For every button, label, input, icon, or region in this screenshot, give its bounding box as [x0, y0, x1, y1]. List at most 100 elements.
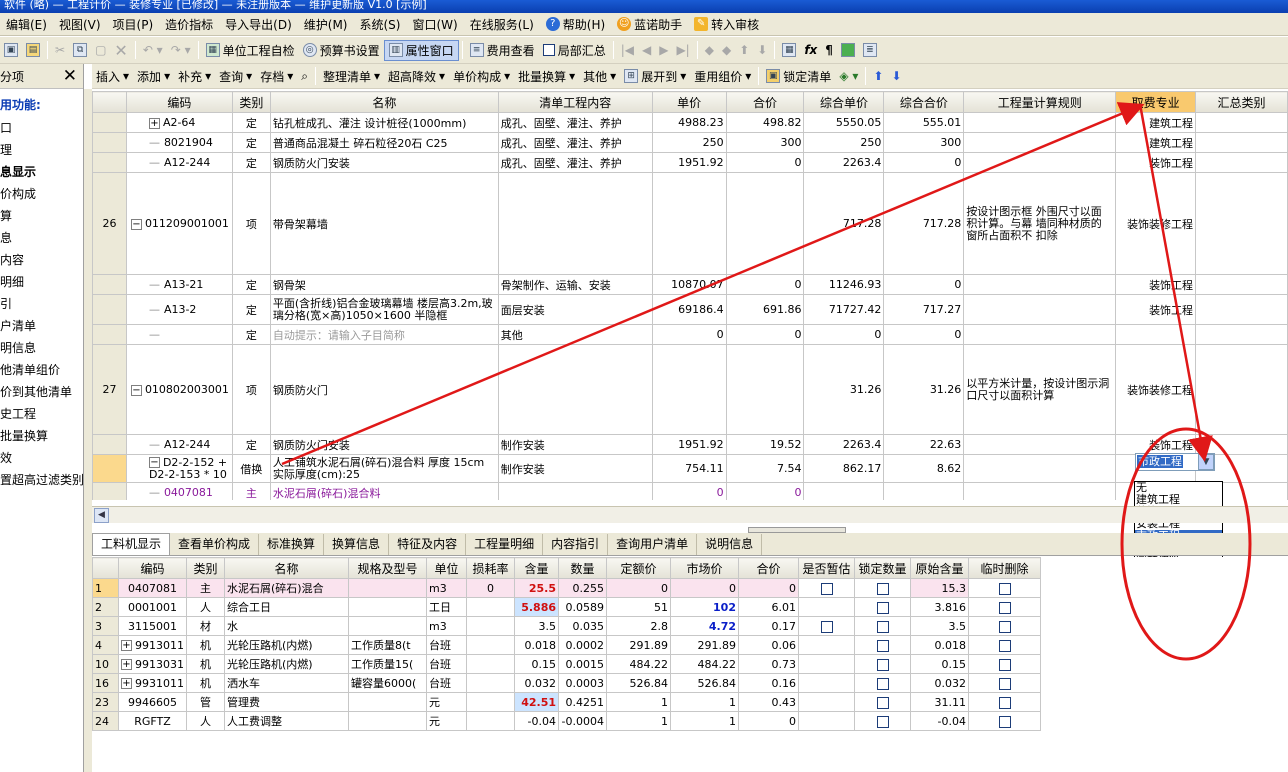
move-left-icon[interactable]: ◆ — [701, 40, 718, 61]
expand-button[interactable]: ⊞ 展开到 ▾ — [620, 66, 690, 87]
original-content-cell[interactable]: 0.15 — [910, 654, 969, 674]
table-row[interactable]: 27−010802003001 项钢质防火门 31.26 31.26 以平方米计量，按设… — [92, 344, 1288, 435]
table-row[interactable]: 4 +9913011 机 光轮压路机(内燃) 工作质量8(t 台班 0.018 0.0002 2… — [92, 635, 1041, 655]
bottom-tab[interactable]: 工料机显示 — [92, 533, 171, 555]
content-cell[interactable] — [497, 172, 653, 275]
quantity-cell[interactable]: 0.0002 — [558, 635, 607, 655]
total-cell[interactable] — [725, 344, 805, 435]
spec-cell[interactable] — [348, 597, 427, 617]
summary-category-cell[interactable] — [1195, 112, 1288, 133]
name-cell[interactable]: 钻孔桩成孔、灌注 设计桩径(1000mm) — [269, 112, 499, 133]
lock-quantity-cell[interactable] — [854, 673, 911, 693]
content-cell[interactable]: 25.5 — [514, 578, 559, 598]
row-number[interactable]: 24 — [92, 711, 119, 731]
type-cell[interactable]: 借换 — [231, 454, 271, 483]
name-cell[interactable]: 带骨架幕墙 — [269, 172, 499, 275]
calculator-icon[interactable]: ▦ — [778, 40, 800, 61]
code-cell[interactable]: −011209001001 — [125, 172, 233, 275]
total-cell[interactable]: 0 — [738, 711, 799, 731]
column-header[interactable]: 合价 — [738, 557, 799, 579]
temp-delete-checkbox[interactable] — [998, 715, 1011, 728]
menu-transfer-review[interactable]: ✎ 转入审核 — [688, 14, 765, 35]
column-header[interactable]: 清单工程内容 — [497, 91, 653, 113]
partial-summary-toggle[interactable]: 局部汇总 — [539, 40, 610, 61]
unit-cell[interactable]: 台班 — [426, 654, 467, 674]
temp-delete-cell[interactable] — [968, 635, 1041, 655]
quantity-cell[interactable]: 0.035 — [558, 616, 607, 636]
type-cell[interactable]: 人 — [186, 711, 225, 731]
original-content-cell[interactable]: -0.04 — [910, 711, 969, 731]
name-cell[interactable]: 钢骨架 — [269, 274, 499, 295]
content-cell[interactable]: 成孔、固壁、灌注、养护 — [497, 112, 653, 133]
menu-help[interactable]: ? 帮助(H) — [540, 14, 611, 35]
column-header[interactable]: 单价 — [651, 91, 727, 113]
unit-cell[interactable]: 元 — [426, 692, 467, 712]
code-cell[interactable]: — A12-244 — [125, 152, 233, 173]
code-cell[interactable]: 3115001 — [118, 616, 187, 636]
organize-button[interactable]: 整理清单 ▾ — [319, 66, 384, 87]
temp-delete-cell[interactable] — [968, 692, 1041, 712]
lock-quantity-checkbox[interactable] — [876, 696, 889, 709]
column-header[interactable]: 综合合价 — [883, 91, 965, 113]
column-header[interactable]: 市场价 — [670, 557, 739, 579]
content-cell[interactable]: 0.032 — [514, 673, 559, 693]
partial-summary-checkbox[interactable] — [542, 44, 555, 56]
unit-cell[interactable]: 台班 — [426, 673, 467, 693]
rule-cell[interactable] — [963, 324, 1117, 345]
comp-price-cell[interactable]: 717.28 — [803, 172, 885, 275]
lock-quantity-cell[interactable] — [854, 692, 911, 712]
bottom-tab[interactable]: 标准换算 — [259, 534, 325, 555]
save-icon[interactable]: ▣ — [0, 40, 22, 61]
bottom-tab[interactable]: 换算信息 — [324, 534, 390, 555]
cut-icon[interactable]: ✂ — [51, 40, 69, 61]
spec-cell[interactable] — [348, 711, 427, 731]
column-header[interactable]: 编码 — [118, 557, 187, 579]
price-cell[interactable]: 754.11 — [651, 454, 727, 483]
content-cell[interactable]: 成孔、固壁、灌注、养护 — [497, 132, 653, 153]
redo-icon[interactable]: ↷ ▾ — [167, 40, 195, 61]
column-header[interactable]: 类别 — [231, 91, 271, 113]
expand-icon[interactable]: + — [148, 117, 160, 129]
total-cell[interactable]: 0.43 — [738, 692, 799, 712]
lock-quantity-checkbox[interactable] — [876, 601, 889, 614]
code-cell[interactable]: 0407081 — [118, 578, 187, 598]
fee-category-cell[interactable] — [1115, 324, 1197, 345]
price-cell[interactable] — [651, 172, 727, 275]
table-row[interactable]: 1 0407081 主 水泥石屑(碎石)混合 m3 0 25.5 0.255 0 0 0 15.3 — [92, 578, 1041, 598]
summary-category-cell[interactable] — [1195, 344, 1288, 435]
summary-category-cell[interactable] — [1195, 294, 1288, 325]
quota-price-cell[interactable]: 0 — [606, 578, 671, 598]
quantity-cell[interactable]: 0.0003 — [558, 673, 607, 693]
left-panel-item[interactable]: 理 — [0, 139, 83, 161]
left-panel-item[interactable]: 引 — [0, 293, 83, 315]
rule-cell[interactable] — [963, 294, 1117, 325]
content-cell[interactable] — [497, 482, 653, 500]
left-panel-item[interactable]: 明细 — [0, 271, 83, 293]
move-down-icon[interactable]: ⬇ — [753, 40, 771, 61]
content-cell[interactable]: 骨架制作、运输、安装 — [497, 274, 653, 295]
row-number[interactable]: 1 — [92, 578, 119, 598]
code-cell[interactable]: 9946605 — [118, 692, 187, 712]
original-content-cell[interactable]: 0.018 — [910, 635, 969, 655]
collapse-icon[interactable]: − — [130, 384, 142, 396]
budget-settings-button[interactable]: ◎ 预算书设置 — [299, 40, 384, 61]
left-panel-item[interactable]: 息显示 — [0, 161, 83, 183]
market-price-cell[interactable]: 526.84 — [670, 673, 739, 693]
bottom-tab[interactable]: 内容指引 — [543, 534, 609, 555]
estimate-cell[interactable] — [798, 597, 855, 617]
left-panel-item[interactable]: 价到其他清单 — [0, 381, 83, 403]
left-panel-item[interactable]: 批量换算 — [0, 425, 83, 447]
copy-icon[interactable]: ⧉ — [69, 40, 91, 61]
undo-icon[interactable]: ↶ ▾ — [139, 40, 167, 61]
type-cell[interactable]: 材 — [186, 616, 225, 636]
loss-rate-cell[interactable]: 0 — [466, 578, 515, 598]
estimate-cell[interactable] — [798, 692, 855, 712]
lock-quantity-cell[interactable] — [854, 654, 911, 674]
menu-edit[interactable]: 编辑(E) — [0, 14, 53, 35]
menu-view[interactable]: 视图(V) — [53, 14, 107, 35]
estimate-checkbox[interactable] — [820, 620, 833, 633]
estimate-cell[interactable] — [798, 578, 855, 598]
add-button[interactable]: 添加 ▾ — [133, 66, 174, 87]
code-cell[interactable]: − D2-2-152 + D2-2-153 * 10 — [125, 454, 233, 483]
type-cell[interactable]: 机 — [186, 635, 225, 655]
